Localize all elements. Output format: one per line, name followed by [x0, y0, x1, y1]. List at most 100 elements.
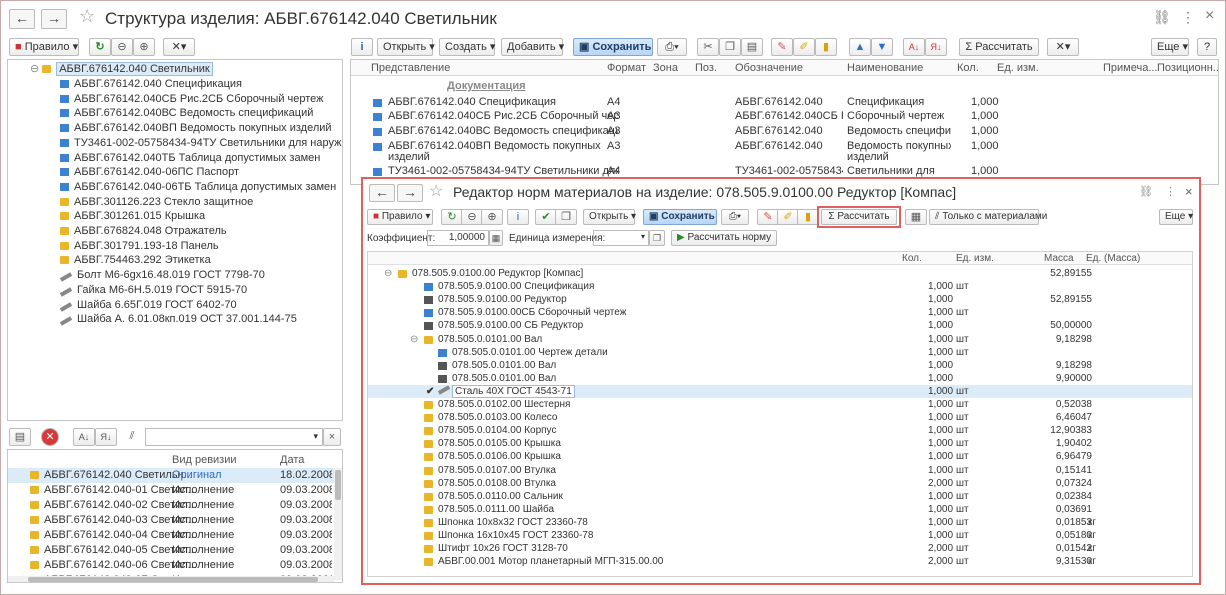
- tree-item[interactable]: АБВГ.676142.040ТБ Таблица допустимых зам…: [60, 151, 320, 166]
- zoom-out-icon[interactable]: ⊖: [111, 38, 133, 56]
- list-icon[interactable]: ▤: [9, 428, 31, 446]
- tree-item[interactable]: АБВГ.301261.015 Крышка: [60, 209, 205, 224]
- save-button[interactable]: ▣ Сохранить: [573, 38, 653, 56]
- editor-copy-icon[interactable]: ❐: [555, 209, 577, 225]
- tree-item[interactable]: АБВГ.676142.040-06ПС Паспорт: [60, 165, 239, 180]
- tree-item[interactable]: Шайба 6.65Г.019 ГОСТ 6402-70: [59, 298, 237, 313]
- material-row[interactable]: 078.505.0.0106.00 Крышка 1,000 шт 6,96479: [368, 450, 1192, 463]
- material-row[interactable]: 078.505.9.0100.00СБ Сборочный чертеж 1,00…: [368, 306, 1192, 319]
- tree-item[interactable]: Болт М6-6gх16.48.019 ГОСТ 7798-70: [59, 268, 265, 283]
- move-down-icon[interactable]: ▼: [871, 38, 893, 56]
- material-row[interactable]: ✔ Сталь 40Х ГОСТ 4543-71 1,000 шт: [368, 384, 1192, 398]
- rule-button[interactable]: ■ Правило ▾: [9, 38, 79, 56]
- sort-az-icon[interactable]: A↓: [73, 428, 95, 446]
- editor-calculate-button[interactable]: Σ Рассчитать: [821, 209, 897, 225]
- tree-item[interactable]: АБВГ.676142.040ВП Ведомость покупных изд…: [60, 121, 332, 136]
- back-button[interactable]: ←: [9, 9, 35, 29]
- edit-icon[interactable]: ✎: [771, 38, 793, 56]
- editor-info-icon[interactable]: i: [507, 209, 529, 225]
- tools-button[interactable]: ✕▾: [163, 38, 195, 56]
- material-row[interactable]: 078.505.0.0103.00 Колесо 1,000 шт 6,46047: [368, 411, 1192, 424]
- editor-rule-button[interactable]: ■ Правило ▾: [367, 209, 433, 225]
- material-row[interactable]: 078.505.0.0108.00 Втулка 2,000 шт 0,07324: [368, 477, 1192, 490]
- material-row[interactable]: 078.505.0.0107.00 Втулка 1,000 шт 0,15141: [368, 464, 1192, 477]
- material-row[interactable]: 078.505.9.0100.00 Редуктор 1,000 52,89155: [368, 293, 1192, 306]
- clear-search-icon[interactable]: ×: [323, 428, 341, 446]
- editor-back-button[interactable]: ←: [369, 184, 395, 202]
- more-menu-button[interactable]: Еще ▾: [1151, 38, 1189, 56]
- sort-desc-icon[interactable]: Я↓: [925, 38, 947, 56]
- spec-row[interactable]: АБВГ.676142.040ВП Ведомость покупных изде…: [351, 140, 1218, 164]
- tree-item[interactable]: АБВГ.676142.040 Спецификация: [60, 77, 242, 92]
- horizontal-scrollbar[interactable]: [8, 576, 334, 582]
- tree-item[interactable]: АБВГ.676824.048 Отражатель: [60, 224, 227, 239]
- material-row[interactable]: Шпонка 10х8х32 ГОСТ 23360-78 1,000 шт 0,018…: [368, 516, 1192, 529]
- spec-row[interactable]: АБВГ.676142.040ВС Ведомость спецификаций…: [351, 125, 1218, 139]
- tree-root[interactable]: ⊖ АБВГ.676142.040 Светильник: [30, 62, 213, 77]
- editor-brush-icon[interactable]: ✐: [777, 209, 799, 225]
- only-materials-button[interactable]: ⫽ Только с материалами: [929, 209, 1047, 225]
- info-icon[interactable]: i: [351, 38, 373, 56]
- unit-select[interactable]: ▾: [593, 230, 649, 246]
- tree-item[interactable]: АБВГ.301791.193-18 Панель: [60, 239, 219, 254]
- material-row[interactable]: 078.505.0.0111.00 Шайба 1,000 шт 0,03691: [368, 503, 1192, 516]
- cut-icon[interactable]: ✂: [697, 38, 719, 56]
- editor-refresh-icon[interactable]: ↻: [441, 209, 463, 225]
- forward-button[interactable]: →: [41, 9, 67, 29]
- calculate-button[interactable]: Σ Рассчитать: [959, 38, 1039, 56]
- favorite-star-icon[interactable]: ☆: [79, 6, 95, 27]
- delete-icon[interactable]: ✕: [41, 428, 59, 446]
- move-up-icon[interactable]: ▲: [849, 38, 871, 56]
- create-button[interactable]: Создать ▾: [439, 38, 495, 56]
- more-icon[interactable]: ⋮: [1181, 9, 1195, 26]
- sort-asc-icon[interactable]: A↓: [903, 38, 925, 56]
- material-row[interactable]: Шпонка 16х10х45 ГОСТ 23360-78 1,000 шт 0,05…: [368, 529, 1192, 542]
- help-button[interactable]: ?: [1197, 38, 1217, 56]
- copy-icon[interactable]: ❐: [719, 38, 741, 56]
- material-row[interactable]: АБВГ.00.001 Мотор планетарный МГП-315.00…: [368, 555, 1192, 568]
- editor-edit-icon[interactable]: ✎: [757, 209, 779, 225]
- revision-row[interactable]: АБВГ.676142.040-05 Светил... Исполнение 09…: [8, 543, 334, 558]
- tree-item[interactable]: АБВГ.301126.223 Стекло защитное: [60, 195, 253, 210]
- editor-print-button[interactable]: ⎙▾: [721, 209, 749, 225]
- calc-norm-button[interactable]: ▶ Рассчитать норму: [671, 230, 777, 246]
- filter-icon[interactable]: ⫽: [121, 428, 143, 446]
- open-button[interactable]: Открыть ▾: [377, 38, 435, 56]
- material-row[interactable]: 078.505.0.0101.00 Вал 1,000 9,90000: [368, 372, 1192, 385]
- search-input[interactable]: ▾: [145, 428, 323, 446]
- checkbox-checked-icon[interactable]: ✔: [426, 385, 434, 398]
- editor-link-icon[interactable]: ⛓: [1139, 185, 1153, 198]
- material-row[interactable]: 078.505.9.0100.00 Спецификация 1,000 шт: [368, 280, 1192, 293]
- material-row[interactable]: 078.505.0.0102.00 Шестерня 1,000 шт 0,52038: [368, 398, 1192, 411]
- material-row[interactable]: 078.505.0.0105.00 Крышка 1,000 шт 1,90402: [368, 437, 1192, 450]
- editor-favorite-star-icon[interactable]: ☆: [429, 181, 443, 201]
- editor-table-icon[interactable]: ▦: [905, 209, 927, 225]
- coef-input[interactable]: 1,00000: [427, 230, 489, 246]
- revision-row[interactable]: АБВГ.676142.040-06 Светил... Исполнение 09…: [8, 558, 334, 573]
- zoom-in-icon[interactable]: ⊕: [133, 38, 155, 56]
- link-icon[interactable]: ⛓: [1153, 9, 1171, 26]
- tree-item[interactable]: АБВГ.676142.040-06ТБ Таблица допустимых …: [60, 180, 336, 195]
- sort-za-icon[interactable]: Я↓: [95, 428, 117, 446]
- add-button[interactable]: Добавить ▾: [501, 38, 564, 56]
- editor-save-button[interactable]: ▣ Сохранить: [643, 209, 717, 225]
- revision-row[interactable]: АБВГ.676142.040 Светильн... Оригинал 18.02…: [8, 468, 334, 483]
- revision-row[interactable]: АБВГ.676142.040-04 Светил... Исполнение 09…: [8, 528, 334, 543]
- tree-item[interactable]: Гайка М6-6Н.5.019 ГОСТ 5915-70: [59, 283, 247, 298]
- material-row[interactable]: Штифт 10х26 ГОСТ 3128-70 2,000 шт 0,01542 кг: [368, 542, 1192, 555]
- editor-more-button[interactable]: Еще ▾: [1159, 209, 1193, 225]
- material-row[interactable]: 078.505.0.0101.00 Вал 1,000 9,18298: [368, 359, 1192, 372]
- material-row[interactable]: 078.505.0.0104.00 Корпус 1,000 шт 12,90383: [368, 424, 1192, 437]
- print-button[interactable]: ⎙▾: [657, 38, 687, 56]
- editor-forward-button[interactable]: →: [397, 184, 423, 202]
- editor-more-icon[interactable]: ⋮: [1165, 185, 1176, 198]
- spec-row[interactable]: АБВГ.676142.040 Спецификация A4 АБВГ.67614…: [351, 96, 1218, 110]
- revision-row[interactable]: АБВГ.676142.040-02 Светил... Исполнение 09…: [8, 498, 334, 513]
- calculator-icon[interactable]: ▦: [489, 230, 503, 246]
- editor-check-icon[interactable]: ✔: [535, 209, 557, 225]
- revision-row[interactable]: АБВГ.676142.040-01 Светил... Исполнение 09…: [8, 483, 334, 498]
- brush-icon[interactable]: ✐: [793, 38, 815, 56]
- bookmark-icon[interactable]: ▮: [815, 38, 837, 56]
- tree-item[interactable]: ТУ3461-002-05758434-94ТУ Светильники для…: [60, 136, 342, 151]
- tools-menu-button[interactable]: ✕▾: [1047, 38, 1079, 56]
